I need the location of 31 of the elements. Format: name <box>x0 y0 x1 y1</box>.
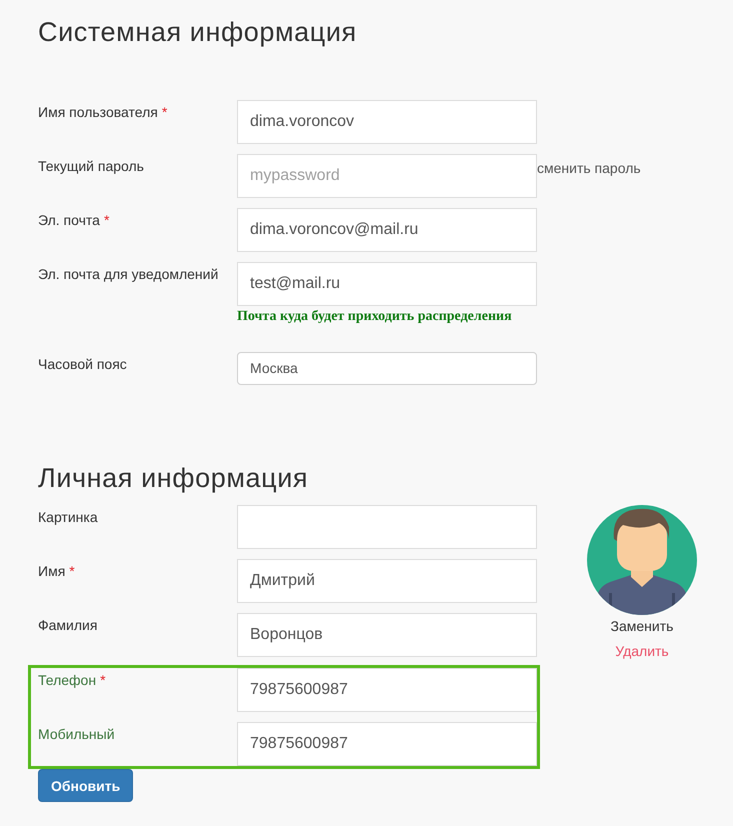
field-label: Картинка <box>38 508 98 527</box>
section-heading: Системная информация <box>38 16 357 48</box>
required-mark: * <box>69 562 75 581</box>
field-label: Мобильный <box>38 725 115 744</box>
text-field[interactable]: dima.voroncov@mail.ru <box>237 208 537 252</box>
text-field[interactable]: test@mail.ru <box>237 262 537 306</box>
section-heading: Личная информация <box>38 462 308 494</box>
field-label: Эл. почта <box>38 211 100 230</box>
text-field[interactable]: Дмитрий <box>237 559 537 603</box>
field-label: Телефон <box>38 671 96 690</box>
field-label: Часовой пояс <box>38 355 127 374</box>
hint-text: Почта куда будет приходить распределения <box>237 308 513 326</box>
required-mark: * <box>104 211 110 230</box>
text-field[interactable]: Воронцов <box>237 613 537 657</box>
text-field[interactable] <box>237 505 537 549</box>
replace-avatar-link[interactable]: Заменить <box>610 617 674 635</box>
update-button[interactable]: Обновить <box>38 769 134 802</box>
required-mark: * <box>100 671 106 690</box>
dropdown-field[interactable]: Москва <box>237 352 537 385</box>
field-label: Имя пользователя <box>38 103 158 122</box>
text-field[interactable]: 79875600987 <box>237 668 537 712</box>
change-password-link[interactable]: сменить пароль <box>537 154 641 178</box>
field-label: Текущий пароль <box>38 157 144 176</box>
text-field[interactable]: dima.voroncov <box>237 100 537 144</box>
field-label: Фамилия <box>38 616 98 635</box>
required-mark: * <box>162 103 168 122</box>
password-field[interactable]: mypassword <box>237 154 537 198</box>
text-field[interactable]: 79875600987 <box>237 722 537 766</box>
field-label: Имя <box>38 562 66 581</box>
field-label: Эл. почта для уведомлений <box>38 265 218 284</box>
avatar-icon <box>587 505 697 615</box>
